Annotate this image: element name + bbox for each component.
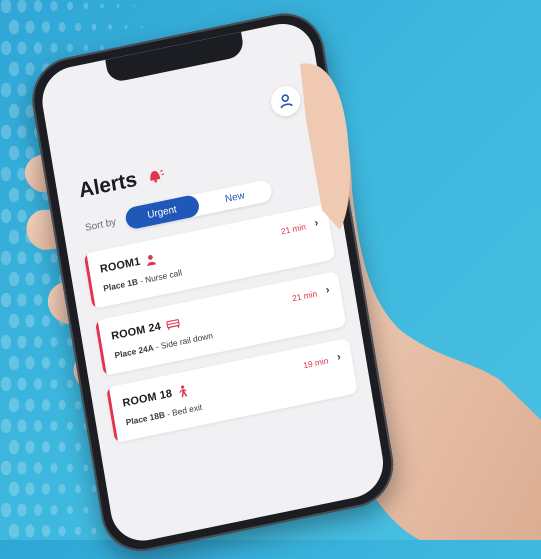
alarm-bell-icon	[145, 167, 165, 184]
walking-person-icon	[177, 384, 189, 398]
sort-option-urgent[interactable]: Urgent	[124, 194, 200, 231]
sort-label: Sort by	[84, 216, 117, 233]
alert-event: Side rail down	[160, 330, 213, 351]
alert-room: ROOM 24	[111, 321, 162, 343]
alert-room-row: ROOM1	[99, 252, 157, 275]
alert-priority-bar	[106, 387, 118, 443]
alert-time: 19 min	[303, 355, 329, 370]
alert-room: ROOM1	[99, 256, 141, 276]
alert-place: Place 18B	[125, 409, 166, 427]
header: Alerts	[77, 162, 166, 203]
page-title: Alerts	[77, 168, 139, 204]
alert-place: Place 1B	[103, 276, 139, 293]
alert-time: 21 min	[280, 221, 306, 236]
chevron-right-icon: ›	[314, 217, 320, 230]
person-icon	[145, 253, 157, 266]
alert-room: ROOM 18	[122, 388, 173, 410]
alert-priority-bar	[84, 253, 96, 309]
alert-priority-bar	[95, 320, 107, 376]
alert-time: 21 min	[291, 288, 317, 303]
alert-event: Nurse call	[144, 267, 182, 284]
bed-icon	[166, 318, 180, 329]
sort-option-new[interactable]: New	[197, 179, 273, 216]
profile-button[interactable]	[269, 83, 303, 119]
alert-event: Bed exit	[171, 402, 202, 418]
user-icon	[277, 92, 295, 111]
alert-place: Place 24A	[114, 343, 155, 361]
chevron-right-icon: ›	[325, 284, 331, 297]
chevron-right-icon: ›	[336, 351, 342, 364]
